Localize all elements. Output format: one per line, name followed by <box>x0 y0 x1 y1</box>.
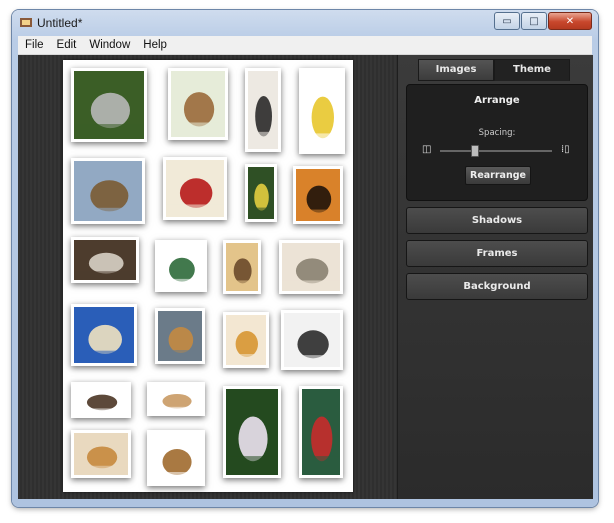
collage-photo[interactable] <box>281 310 343 370</box>
side-panel: Images Theme Arrange Spacing: ◫ ⁞▯ Rearr… <box>397 55 593 499</box>
photo-image <box>74 71 144 139</box>
collage-photo[interactable] <box>71 430 131 478</box>
photo-image <box>248 167 274 219</box>
menu-file[interactable]: File <box>18 39 50 51</box>
photo-image <box>166 160 224 217</box>
spacing-slider[interactable]: ◫ ⁞▯ <box>422 143 572 157</box>
collage-photo[interactable] <box>223 386 281 478</box>
minimize-button[interactable]: ▭ <box>494 12 520 30</box>
client-area: Images Theme Arrange Spacing: ◫ ⁞▯ Rearr… <box>18 55 593 499</box>
photo-image <box>158 243 204 289</box>
collage-photo[interactable] <box>155 308 205 364</box>
collage-photo[interactable] <box>71 158 145 224</box>
arrange-title: Arrange <box>474 95 520 106</box>
menu-help[interactable]: Help <box>136 39 173 51</box>
collage-photo[interactable] <box>71 68 147 142</box>
background-button[interactable]: Background <box>406 273 588 300</box>
maximize-button[interactable]: □ <box>521 12 547 30</box>
frames-button[interactable]: Frames <box>406 240 588 267</box>
photo-image <box>150 433 202 483</box>
photo-image <box>74 161 142 221</box>
collage-photo[interactable] <box>223 312 269 368</box>
collage-photo[interactable] <box>147 382 205 416</box>
app-icon <box>20 18 32 27</box>
shadows-button[interactable]: Shadows <box>406 207 588 234</box>
spacing-slider-thumb[interactable] <box>470 145 479 157</box>
collage-photo[interactable] <box>71 237 139 283</box>
photo-image <box>226 243 258 291</box>
spacing-slider-track[interactable] <box>440 150 552 152</box>
collage-photo[interactable] <box>223 240 261 294</box>
spacing-loose-icon: ⁞▯ <box>561 144 570 155</box>
photo-image <box>282 243 340 291</box>
minimize-icon: ▭ <box>502 15 512 27</box>
rearrange-button[interactable]: Rearrange <box>465 166 531 185</box>
app-window: Untitled* ▭ □ ✕ File Edit Window Help Im… <box>12 10 598 507</box>
photo-image <box>226 389 278 475</box>
collage-page[interactable] <box>63 60 353 492</box>
title-bar[interactable]: Untitled* ▭ □ ✕ <box>12 10 598 36</box>
photo-image <box>302 71 342 151</box>
collage-photo[interactable] <box>245 68 281 152</box>
menu-bar: File Edit Window Help <box>18 36 592 55</box>
collage-photo[interactable] <box>279 240 343 294</box>
close-icon: ✕ <box>565 15 575 27</box>
collage-photo[interactable] <box>71 382 131 418</box>
tab-images[interactable]: Images <box>418 59 494 81</box>
photo-image <box>74 385 128 415</box>
maximize-icon: □ <box>529 15 539 27</box>
arrange-section: Arrange Spacing: ◫ ⁞▯ Rearrange <box>406 84 588 201</box>
spacing-tight-icon: ◫ <box>422 144 432 155</box>
photo-image <box>248 71 278 149</box>
menu-window[interactable]: Window <box>82 39 136 51</box>
collage-photo[interactable] <box>245 164 277 222</box>
collage-photo[interactable] <box>293 166 343 224</box>
photo-image <box>74 307 134 363</box>
photo-image <box>226 315 266 365</box>
tab-theme[interactable]: Theme <box>494 59 570 81</box>
photo-image <box>158 311 202 361</box>
collage-photo[interactable] <box>163 157 227 220</box>
collage-photo[interactable] <box>299 386 343 478</box>
collage-canvas-area[interactable] <box>18 55 397 499</box>
collage-photo[interactable] <box>168 68 228 140</box>
collage-photo[interactable] <box>147 430 205 486</box>
spacing-label: Spacing: <box>478 128 516 138</box>
menu-edit[interactable]: Edit <box>50 39 83 51</box>
collage-photo[interactable] <box>299 68 345 154</box>
collage-photo[interactable] <box>71 304 137 366</box>
photo-image <box>302 389 340 475</box>
photo-image <box>296 169 340 221</box>
close-button[interactable]: ✕ <box>548 12 592 30</box>
photo-image <box>171 71 225 137</box>
collage-photo[interactable] <box>155 240 207 292</box>
photo-image <box>150 385 202 413</box>
photo-image <box>284 313 340 367</box>
photo-image <box>74 240 136 280</box>
window-title: Untitled* <box>37 16 83 30</box>
photo-image <box>74 433 128 475</box>
